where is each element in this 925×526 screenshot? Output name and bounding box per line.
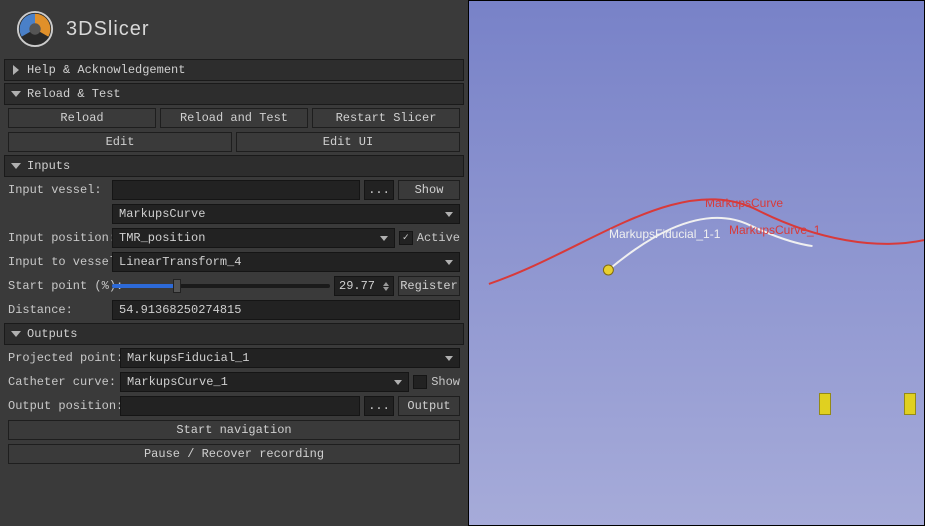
chevron-down-icon [394,380,402,385]
output-position-field[interactable] [120,396,360,416]
fiducial-point-icon [603,265,613,275]
reload-and-test-button[interactable]: Reload and Test [160,108,308,128]
section-reload[interactable]: Reload & Test [4,83,464,105]
markups-curve-1-label: MarkupsCurve_1 [729,223,820,237]
input-vessel-label: Input vessel: [8,183,108,197]
cylinder-icon [904,393,916,415]
input-vessel-browse-button[interactable]: ... [364,180,394,200]
catheter-curve-value: MarkupsCurve_1 [127,375,228,389]
chevron-down-icon [11,331,21,337]
markups-curve-outer [489,199,924,284]
chevron-down-icon [11,91,21,97]
chevron-right-icon [13,65,19,75]
module-panel: 3DSlicer Help & Acknowledgement Reload &… [0,0,468,526]
register-button[interactable]: Register [398,276,460,296]
section-reload-title: Reload & Test [27,87,121,101]
cylinder-icon [819,393,831,415]
restart-slicer-button[interactable]: Restart Slicer [312,108,460,128]
projected-point-select[interactable]: MarkupsFiducial_1 [120,348,460,368]
distance-field: 54.91368250274815 [112,300,460,320]
input-to-vessel-value: LinearTransform_4 [119,255,241,269]
scene-overlay [469,1,924,525]
distance-label: Distance: [8,303,108,317]
input-vessel-curve-select[interactable]: MarkupsCurve [112,204,460,224]
spin-up-icon[interactable] [383,282,389,286]
section-outputs-title: Outputs [27,327,77,341]
edit-button[interactable]: Edit [8,132,232,152]
input-vessel-curve-value: MarkupsCurve [119,207,205,221]
slicer-logo-icon [16,10,54,48]
start-point-label: Start point (%): [8,279,108,293]
markups-curve-label: MarkupsCurve [705,196,783,210]
start-navigation-button[interactable]: Start navigation [8,420,460,440]
3d-viewport[interactable]: MarkupsCurve MarkupsCurve_1 MarkupsFiduc… [468,0,925,526]
show-catheter-checkbox[interactable] [413,375,427,389]
input-position-label: Input position: [8,231,108,245]
section-outputs[interactable]: Outputs [4,323,464,345]
start-point-spinbox[interactable]: 29.77 [334,276,394,296]
show-catheter-label: Show [431,375,460,389]
output-button[interactable]: Output [398,396,460,416]
chevron-down-icon [380,236,388,241]
app-header: 3DSlicer [0,0,468,58]
projected-point-value: MarkupsFiducial_1 [127,351,249,365]
reload-button[interactable]: Reload [8,108,156,128]
active-checkbox[interactable]: ✓ [399,231,413,245]
input-to-vessel-select[interactable]: LinearTransform_4 [112,252,460,272]
start-point-value: 29.77 [339,279,375,293]
section-help-title: Help & Acknowledgement [27,63,185,77]
markups-fiducial-1-1-label: MarkupsFiducial_1-1 [609,227,720,241]
pause-recover-recording-button[interactable]: Pause / Recover recording [8,444,460,464]
section-help[interactable]: Help & Acknowledgement [4,59,464,81]
app-title: 3DSlicer [66,18,150,41]
input-position-value: TMR_position [119,231,205,245]
edit-ui-button[interactable]: Edit UI [236,132,460,152]
active-label: Active [417,231,460,245]
spin-down-icon[interactable] [383,287,389,291]
catheter-curve-select[interactable]: MarkupsCurve_1 [120,372,409,392]
input-to-vessel-label: Input to vessel: [8,255,108,269]
chevron-down-icon [445,212,453,217]
projected-point-label: Projected point: [8,351,116,365]
output-position-label: Output position: [8,399,116,413]
section-inputs[interactable]: Inputs [4,155,464,177]
section-inputs-title: Inputs [27,159,70,173]
chevron-down-icon [445,260,453,265]
output-position-browse-button[interactable]: ... [364,396,394,416]
input-vessel-field[interactable] [112,180,360,200]
start-point-slider[interactable] [112,276,330,296]
input-position-select[interactable]: TMR_position [112,228,395,248]
chevron-down-icon [445,356,453,361]
chevron-down-icon [11,163,21,169]
show-vessel-button[interactable]: Show [398,180,460,200]
catheter-curve-label: Catheter curve: [8,375,116,389]
